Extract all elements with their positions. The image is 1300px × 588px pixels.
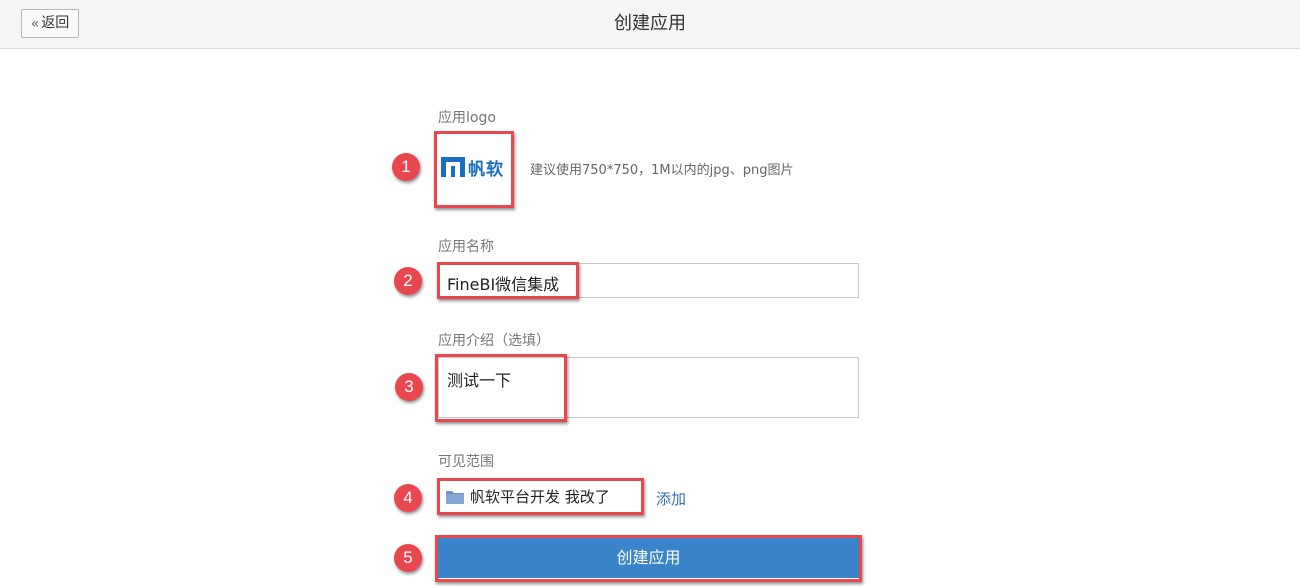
double-chevron-left-icon: « (30, 15, 40, 32)
annotation-badge-2: 2 (394, 267, 422, 295)
name-label: 应用名称 (438, 239, 494, 255)
back-button-label: 返回 (41, 15, 70, 31)
logo-label: 应用logo (438, 110, 496, 126)
annotation-badge-1: 1 (392, 153, 420, 181)
annotation-badge-3: 3 (395, 373, 423, 401)
top-bar (0, 0, 1300, 49)
back-button[interactable]: « 返回 (21, 9, 79, 38)
add-scope-link[interactable]: 添加 (656, 488, 686, 509)
annotation-badge-5: 5 (394, 544, 422, 572)
logo-hint: 建议使用750*750，1M以内的jpg、png图片 (530, 163, 794, 178)
annotation-box-5 (435, 535, 862, 582)
annotation-box-2 (437, 262, 579, 299)
scope-label: 可见范围 (438, 454, 494, 470)
annotation-badge-4: 4 (394, 484, 422, 512)
annotation-box-3 (435, 354, 567, 422)
annotation-box-1 (434, 131, 514, 208)
annotation-box-4 (437, 478, 644, 515)
intro-label: 应用介绍（选填） (438, 333, 550, 349)
